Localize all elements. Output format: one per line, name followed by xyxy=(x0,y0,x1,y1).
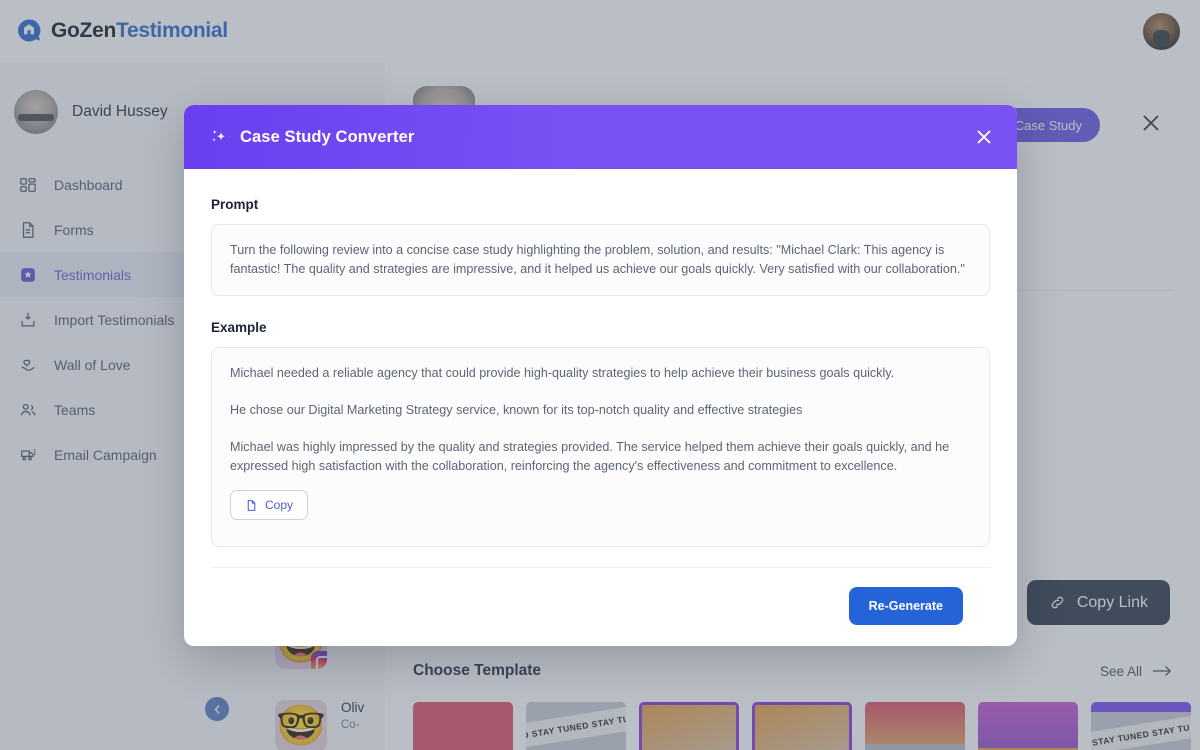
app-root: GoZenTestimonial David Hussey Dashboard … xyxy=(0,0,1200,750)
prompt-label: Prompt xyxy=(211,197,259,212)
modal-footer: Re-Generate xyxy=(211,567,990,643)
example-paragraph: Michael was highly impressed by the qual… xyxy=(230,440,950,473)
copy-icon xyxy=(247,499,256,511)
case-study-converter-modal: Case Study Converter Prompt Turn the fol… xyxy=(184,105,1017,646)
example-paragraph: He chose our Digital Marketing Strategy … xyxy=(230,403,803,417)
modal-title: Case Study Converter xyxy=(240,127,415,146)
regenerate-button[interactable]: Re-Generate xyxy=(848,586,963,625)
prompt-value: Turn the following review into a concise… xyxy=(230,243,965,276)
prompt-field[interactable]: Turn the following review into a concise… xyxy=(211,224,990,296)
modal-close-button[interactable] xyxy=(973,126,995,148)
modal-header: Case Study Converter xyxy=(184,105,1017,169)
example-field[interactable]: Michael needed a reliable agency that co… xyxy=(211,347,990,547)
sparkles-icon xyxy=(206,124,232,150)
example-paragraph: Michael needed a reliable agency that co… xyxy=(230,366,895,380)
modal-body: Prompt Turn the following review into a … xyxy=(184,169,1017,643)
copy-button[interactable]: Copy xyxy=(230,490,309,520)
example-label: Example xyxy=(211,320,267,335)
copy-button-label: Copy xyxy=(265,498,294,512)
